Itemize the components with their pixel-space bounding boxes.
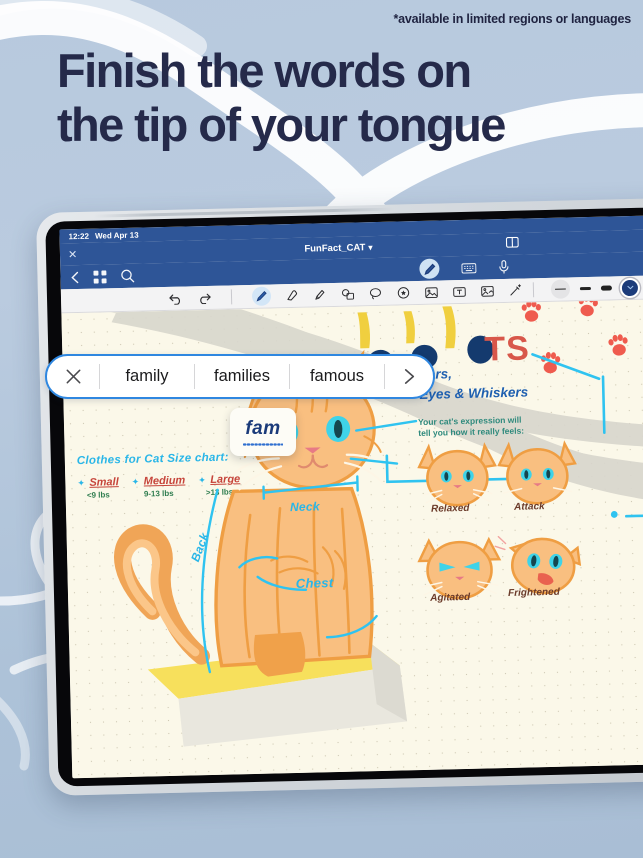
- tablet-device: 12:22 Wed Apr 13 ✕ FunFact_CAT ▾ TS Clot…: [36, 197, 643, 796]
- handwriting-preview-text: fam: [245, 418, 281, 439]
- magic-tool-icon[interactable]: [508, 283, 523, 298]
- close-icon[interactable]: [47, 356, 99, 397]
- ears-label-line2: Eyes & Whiskers: [419, 384, 529, 403]
- headline-line-1: Finish the words on: [57, 44, 472, 97]
- keyboard-icon[interactable]: [461, 262, 477, 274]
- promo-screenshot: *available in limited regions or languag…: [0, 0, 643, 858]
- media-tool-icon[interactable]: [480, 283, 495, 298]
- suggestion-famous[interactable]: famous: [290, 356, 384, 397]
- search-icon[interactable]: [120, 269, 135, 283]
- availability-footnote: *available in limited regions or languag…: [393, 12, 631, 26]
- size-label: Large: [210, 473, 241, 486]
- mood-label-relaxed: Relaxed: [430, 502, 470, 515]
- status-date: Wed Apr 13: [94, 230, 139, 241]
- text-tool-icon[interactable]: [452, 284, 467, 299]
- sticker-tool-icon[interactable]: [396, 285, 411, 300]
- expression-note: Your cat's expression will tell you how …: [418, 414, 558, 439]
- body-label-neck: Neck: [289, 499, 321, 515]
- body-label-chest: Chest: [295, 575, 334, 591]
- redo-icon[interactable]: [196, 290, 211, 305]
- size-weight: 9-13 lbs: [143, 488, 174, 499]
- size-weight: <9 lbs: [86, 490, 110, 500]
- suggestion-families[interactable]: families: [195, 356, 289, 397]
- microphone-icon[interactable]: [498, 260, 509, 274]
- handwriting-preview-popup: fam: [230, 408, 296, 456]
- stroke-width-thick[interactable]: [600, 285, 612, 291]
- image-tool-icon[interactable]: [424, 285, 439, 300]
- pen-icon[interactable]: [419, 258, 440, 279]
- split-view-icon[interactable]: [505, 235, 519, 253]
- status-time: 12:22: [68, 231, 90, 241]
- shape-tool-icon[interactable]: [340, 287, 355, 302]
- grid-view-icon[interactable]: [93, 269, 107, 284]
- expression-note-line2: tell you how it really feels:: [418, 425, 525, 439]
- word-suggestion-bar[interactable]: family families famous: [45, 354, 435, 399]
- document-title: FunFact_CAT: [304, 241, 366, 255]
- undo-icon[interactable]: [168, 291, 183, 306]
- size-chart-row: ✦ Large >13 lbs: [198, 473, 241, 498]
- page-title: Finish the words on the tip of your tong…: [57, 44, 617, 152]
- lasso-tool-icon[interactable]: [368, 286, 383, 301]
- close-icon[interactable]: ✕: [68, 248, 77, 261]
- size-chart-row: ✦ Small <9 lbs: [77, 476, 119, 500]
- mood-label-attack: Attack: [513, 501, 545, 513]
- size-chart-row: ✦ Medium 9-13 lbs: [131, 474, 186, 499]
- size-label: Small: [89, 476, 119, 489]
- handwriting-underline: [243, 443, 283, 446]
- size-label: Medium: [143, 474, 186, 488]
- highlighter-tool-icon[interactable]: [312, 287, 327, 302]
- size-chart-rows: ✦ Small <9 lbs ✦ Medium 9-13 lbs ✦ Large…: [77, 469, 240, 500]
- color-swatch-group: [621, 278, 643, 296]
- chevron-down-icon: ▾: [368, 242, 373, 252]
- toolbar-divider-2: [532, 282, 535, 298]
- stroke-width-medium[interactable]: [579, 287, 591, 291]
- size-weight: >13 lbs: [205, 487, 234, 498]
- mood-label-agitated: Agitated: [430, 591, 471, 604]
- toolbar-divider: [230, 289, 233, 305]
- chevron-right-icon[interactable]: [385, 356, 433, 397]
- color-swatch-navy[interactable]: [621, 279, 639, 296]
- pen-tool-icon[interactable]: [251, 286, 272, 306]
- notebook-page-title: TS: [483, 329, 531, 369]
- headline-line-2: the tip of your tongue: [57, 98, 506, 151]
- device-screen: 12:22 Wed Apr 13 ✕ FunFact_CAT ▾ TS Clot…: [59, 214, 643, 779]
- stroke-width-thin[interactable]: [550, 279, 571, 299]
- mood-label-frightened: Frightened: [507, 586, 560, 599]
- chevron-left-icon[interactable]: [70, 270, 79, 283]
- suggestion-family[interactable]: family: [100, 356, 194, 397]
- stroke-width-group: [550, 278, 612, 299]
- eraser-tool-icon[interactable]: [284, 288, 299, 303]
